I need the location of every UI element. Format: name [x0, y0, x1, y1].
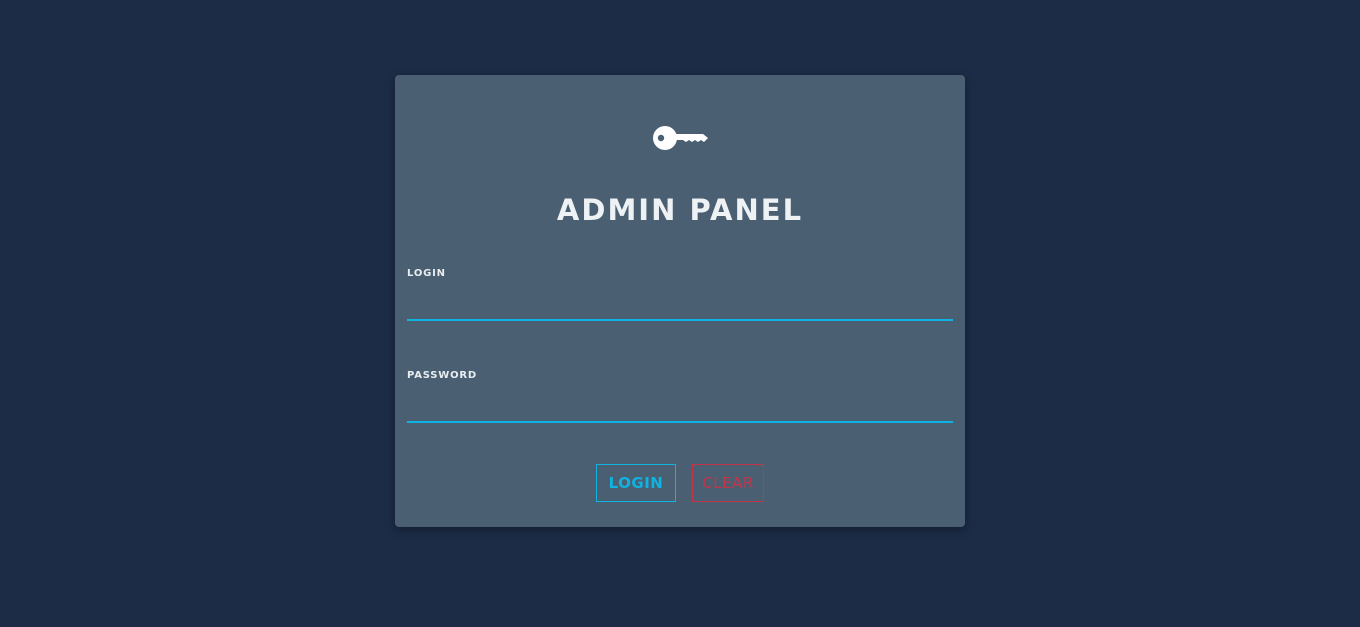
key-icon: [653, 123, 709, 153]
page-title: ADMIN PANEL: [556, 193, 804, 227]
password-input[interactable]: [407, 395, 953, 423]
login-label: LOGIN: [407, 268, 446, 279]
clear-button[interactable]: CLEAR: [692, 464, 764, 502]
login-card: ADMIN PANEL LOGIN PASSWORD LOGIN CLEAR: [395, 75, 965, 527]
password-label: PASSWORD: [407, 370, 478, 381]
login-input[interactable]: [407, 293, 953, 321]
login-button[interactable]: LOGIN: [596, 464, 676, 502]
